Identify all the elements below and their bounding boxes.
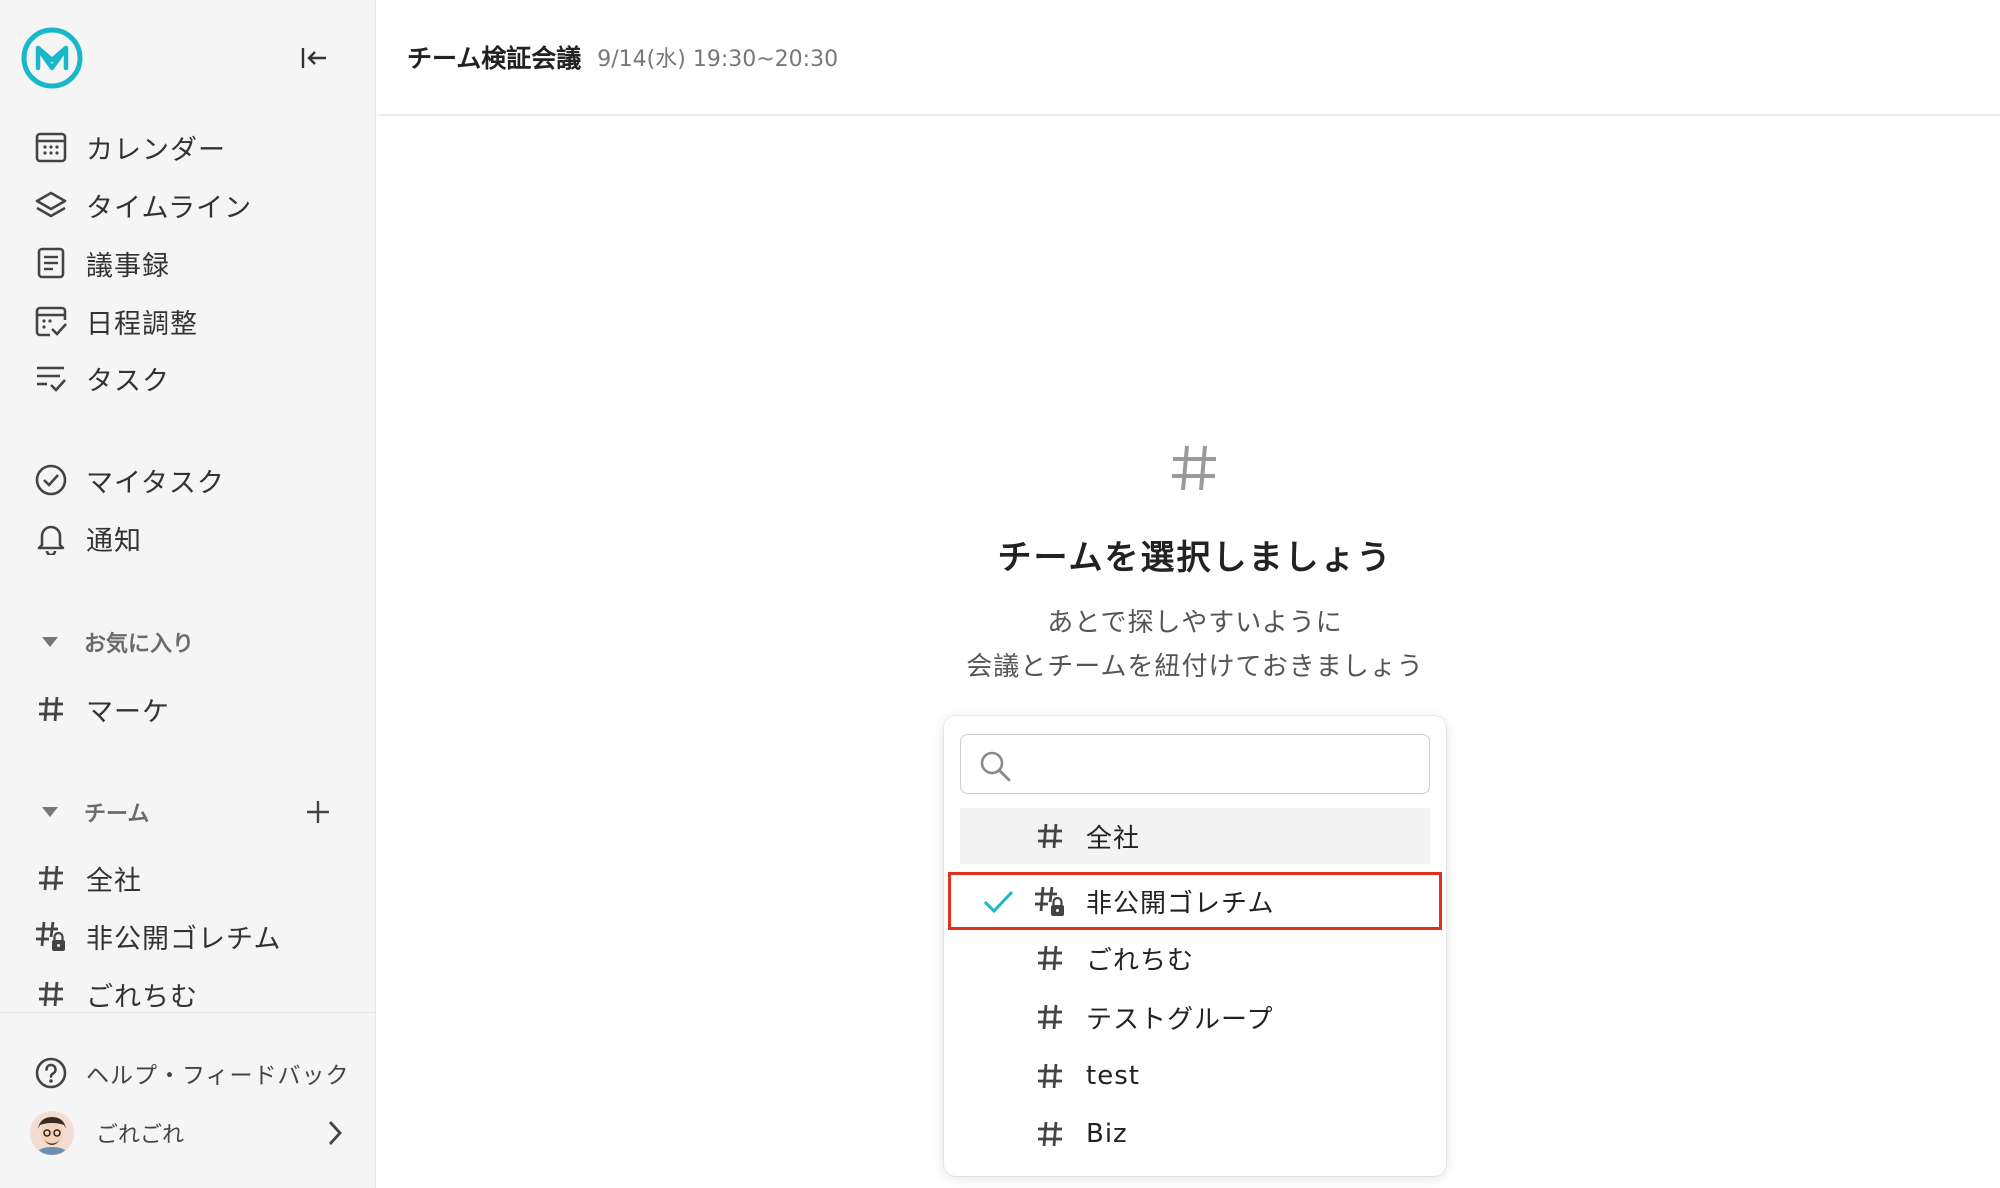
- task-list-icon: [30, 357, 72, 399]
- document-icon: [30, 242, 72, 284]
- team-select-dropdown: 全社 非公開ゴレチム ごれちむ テストグループ test Biz: [944, 716, 1446, 1176]
- sidebar-item-team-zensha[interactable]: 全社: [30, 853, 350, 903]
- team-option-label: ごれちむ: [1086, 945, 1195, 976]
- team-option-gorechimu[interactable]: ごれちむ: [960, 930, 1430, 986]
- sidebar-item-minutes[interactable]: 議事録: [30, 238, 350, 288]
- caret-down-icon: [42, 637, 58, 647]
- team-option-zensha[interactable]: 全社: [960, 808, 1430, 864]
- hash-icon: [1032, 1058, 1068, 1094]
- plus-icon: [307, 801, 329, 823]
- hash-icon: [1032, 1116, 1068, 1152]
- sidebar-item-label: タイムライン: [86, 192, 253, 224]
- layers-icon: [30, 184, 72, 226]
- sidebar-item-team-private[interactable]: 非公開ゴレチム: [30, 911, 350, 961]
- check-circle-icon: [30, 459, 72, 501]
- sidebar-item-favorite-marke[interactable]: マーケ: [30, 684, 350, 734]
- sidebar: カレンダー タイムライン 議事録 日程調整 タスク マイタスク 通知 お気に入り…: [0, 0, 376, 1188]
- hash-icon: [30, 973, 72, 1015]
- sidebar-item-label: タスク: [86, 365, 170, 397]
- team-option-test[interactable]: test: [960, 1048, 1430, 1104]
- sidebar-item-tasks[interactable]: タスク: [30, 353, 350, 403]
- avatar: [30, 1111, 74, 1155]
- add-team-button[interactable]: [300, 794, 336, 830]
- team-option-private[interactable]: 非公開ゴレチム: [960, 873, 1430, 929]
- team-option-label: Biz: [1086, 1119, 1128, 1149]
- empty-state-description-line2: 会議とチームを紐付けておきましょう: [966, 652, 1424, 682]
- hash-icon: [30, 688, 72, 730]
- empty-state-description-line1: あとで探しやすいように: [1047, 608, 1343, 638]
- meeting-title[interactable]: チーム検証会議: [407, 39, 581, 75]
- check-placeholder: [980, 940, 1016, 976]
- team-search-input[interactable]: [1021, 735, 1429, 793]
- empty-state-title: チームを選択しましょう: [997, 538, 1393, 578]
- sidebar-item-label: 日程調整: [86, 308, 198, 340]
- checkmark-icon: [980, 883, 1016, 919]
- check-placeholder: [980, 1058, 1016, 1094]
- hash-lock-icon: [30, 915, 72, 957]
- user-name: ごれごれ: [96, 1123, 185, 1148]
- team-option-biz[interactable]: Biz: [960, 1106, 1430, 1162]
- check-placeholder: [980, 818, 1016, 854]
- hash-icon: [1168, 442, 1220, 494]
- hash-icon: [1032, 818, 1068, 854]
- sidebar-item-label: 全社: [86, 865, 142, 897]
- team-option-label: 非公開ゴレチム: [1086, 888, 1275, 919]
- team-search-field[interactable]: [960, 734, 1430, 794]
- help-circle-icon: [30, 1052, 72, 1094]
- sidebar-divider: [0, 1012, 376, 1013]
- hash-icon: [1032, 940, 1068, 976]
- sidebar-item-label: 議事録: [86, 250, 170, 282]
- caret-down-icon: [42, 807, 58, 817]
- sidebar-item-notifications[interactable]: 通知: [30, 513, 350, 563]
- help-feedback-label: ヘルプ・フィードバック: [86, 1063, 350, 1089]
- sidebar-item-my-tasks[interactable]: マイタスク: [30, 455, 350, 505]
- meeting-header: チーム検証会議 9/14(水) 19:30~20:30: [377, 0, 2000, 116]
- collapse-left-icon[interactable]: [296, 40, 332, 76]
- check-placeholder: [980, 1116, 1016, 1152]
- bell-icon: [30, 517, 72, 559]
- help-feedback-link[interactable]: ヘルプ・フィードバック: [30, 1048, 350, 1098]
- hash-lock-icon: [1032, 883, 1068, 919]
- chevron-right-icon: [320, 1118, 350, 1148]
- sidebar-item-timeline[interactable]: タイムライン: [30, 180, 350, 230]
- team-option-label: テストグループ: [1086, 1004, 1274, 1035]
- favorites-section-toggle[interactable]: お気に入り: [36, 622, 346, 662]
- app-logo-icon[interactable]: [20, 26, 84, 90]
- teams-section-label: チーム: [84, 802, 150, 827]
- check-placeholder: [980, 999, 1016, 1035]
- user-menu[interactable]: ごれごれ: [30, 1108, 350, 1158]
- sidebar-item-scheduling[interactable]: 日程調整: [30, 296, 350, 346]
- team-option-test-group[interactable]: テストグループ: [960, 989, 1430, 1045]
- search-icon: [977, 748, 1013, 784]
- hash-icon: [30, 857, 72, 899]
- app-window: カレンダー タイムライン 議事録 日程調整 タスク マイタスク 通知 お気に入り…: [0, 0, 2000, 1188]
- calendar-icon: [30, 126, 72, 168]
- sidebar-item-calendar[interactable]: カレンダー: [30, 122, 350, 172]
- sidebar-item-label: カレンダー: [86, 134, 226, 166]
- hash-icon: [1032, 999, 1068, 1035]
- team-option-label: test: [1086, 1061, 1140, 1091]
- sidebar-item-label: 非公開ゴレチム: [86, 923, 282, 955]
- team-option-label: 全社: [1086, 823, 1141, 854]
- favorites-section-label: お気に入り: [84, 632, 195, 657]
- sidebar-item-label: マーケ: [86, 696, 170, 728]
- meeting-datetime: 9/14(水) 19:30~20:30: [597, 47, 839, 72]
- sidebar-item-label: ごれちむ: [86, 981, 198, 1013]
- calendar-check-icon: [30, 300, 72, 342]
- sidebar-item-label: 通知: [86, 525, 142, 557]
- sidebar-item-label: マイタスク: [86, 467, 225, 499]
